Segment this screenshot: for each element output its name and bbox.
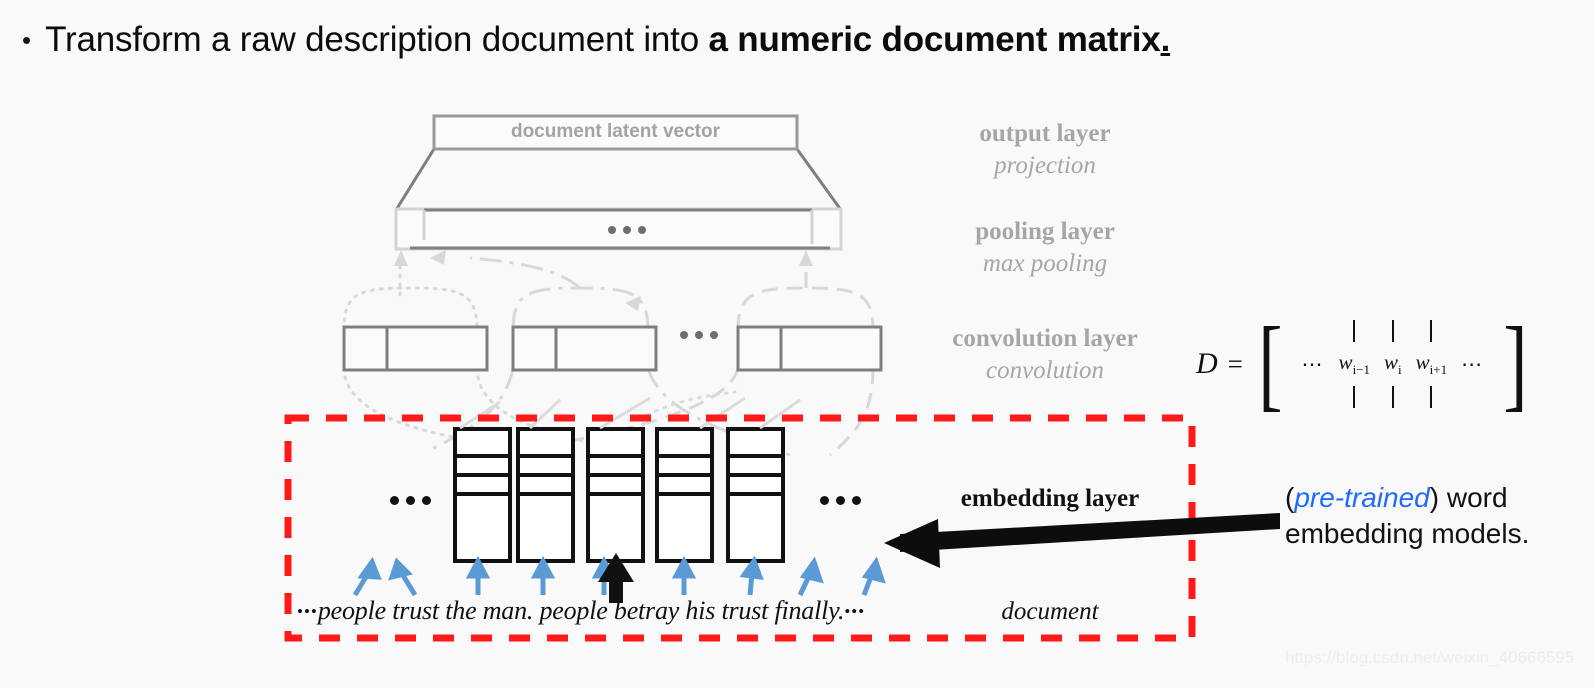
matrix-w-symbol: w [1384, 349, 1399, 374]
embedding-column [516, 427, 575, 563]
blue-arrow [797, 556, 824, 597]
matrix-body: ⋯ wi−1 wi wi+1 ⋯ [1298, 318, 1489, 410]
layer-operation: projection [994, 152, 1096, 179]
matrix-w-subscript: i−1 [1352, 362, 1371, 378]
layer-label-pooling: pooling layer max pooling [915, 218, 1175, 278]
matrix-trailing-dots: ⋯ [1461, 351, 1485, 376]
sentence-leading-dots: ••• [297, 602, 318, 621]
pooling-input-arrowheads [394, 250, 813, 311]
projection-trapezoid [394, 148, 843, 211]
matrix-column: wi+1 [1416, 318, 1447, 410]
matrix-right-bracket: ] [1503, 305, 1528, 421]
blue-arrow [465, 555, 491, 595]
annotation-line2: embedding models. [1285, 517, 1530, 549]
annotation-pointer-arrow [884, 513, 1280, 568]
layer-label-convolution: convolution layer convolution [915, 325, 1175, 385]
blue-arrow [388, 557, 418, 597]
matrix-w-symbol: w [1415, 349, 1430, 374]
watermark: https://blog.csdn.net/weixin_40666595 [1285, 648, 1575, 667]
layer-name: output layer [979, 120, 1111, 147]
blue-arrow [861, 556, 886, 596]
matrix-column-label: wi−1 [1339, 350, 1370, 378]
layer-name: pooling layer [975, 218, 1115, 245]
matrix-lhs-symbol: D [1196, 347, 1218, 380]
annotation-emphasis: pre-trained [1294, 482, 1430, 513]
convolution-block [736, 325, 883, 372]
layer-label-output: output layer projection [915, 120, 1175, 180]
matrix-bar-top [1430, 319, 1433, 342]
embedding-ellipsis-right [820, 496, 861, 505]
layer-operation: max pooling [982, 250, 1108, 277]
annotation-open-paren: ( [1285, 482, 1295, 513]
pretrained-embedding-annotation: (pre-trained) word embedding models. [1285, 480, 1585, 552]
matrix-column-label: wi [1384, 350, 1402, 378]
embedding-column [586, 427, 645, 563]
matrix-leading-dots: ⋯ [1301, 351, 1325, 376]
embedding-to-conv-links [459, 390, 801, 430]
matrix-column-label: wi+1 [1416, 350, 1447, 378]
layer-operation: convolution [985, 357, 1105, 384]
convolution-block [511, 325, 658, 372]
matrix-bar-bottom [1353, 386, 1356, 409]
blue-arrow [530, 555, 556, 595]
matrix-bar-bottom [1430, 386, 1433, 409]
embedding-ellipsis-left [390, 496, 431, 505]
sentence-text: people trust the man. people betray his … [317, 596, 845, 625]
convolution-ellipsis [680, 331, 718, 339]
matrix-w-symbol: w [1338, 349, 1353, 374]
matrix-w-subscript: i+1 [1429, 362, 1448, 378]
embedding-column [726, 427, 785, 563]
blue-arrow [352, 556, 382, 597]
convolution-block [342, 325, 489, 372]
matrix-bar-top [1353, 319, 1356, 342]
embedding-columns [453, 427, 785, 563]
matrix-column: wi [1384, 318, 1402, 410]
blue-arrow [671, 555, 697, 595]
matrix-bar-bottom [1391, 386, 1394, 409]
convolution-layer-row [342, 325, 883, 372]
blue-arrow [739, 555, 764, 596]
sentence-trailing-dots: ••• [844, 602, 866, 621]
pooling-ellipsis [608, 226, 646, 234]
document-latent-vector-label: document latent vector [510, 121, 721, 142]
slide-canvas: • Transform a raw description document i… [0, 0, 1595, 688]
layer-label-embedding: embedding layer [960, 485, 1140, 512]
matrix-w-subscript: i [1398, 362, 1402, 378]
document-sentence: •••people trust the man. people betray h… [297, 596, 865, 626]
embedding-column [453, 427, 512, 563]
matrix-left-bracket: [ [1258, 305, 1283, 421]
annotation-rest-line1: word [1439, 482, 1508, 513]
matrix-column: wi−1 [1339, 318, 1370, 410]
label-document: document [1001, 598, 1099, 625]
matrix-bar-top [1391, 319, 1394, 342]
layer-name: convolution layer [952, 325, 1138, 352]
embedding-column [655, 427, 714, 563]
annotation-close-paren: ) [1429, 482, 1440, 513]
document-matrix-equation: D = [ ⋯ wi−1 wi wi+1 ⋯ ] [1196, 305, 1533, 421]
matrix-equals-sign: = [1227, 348, 1243, 379]
